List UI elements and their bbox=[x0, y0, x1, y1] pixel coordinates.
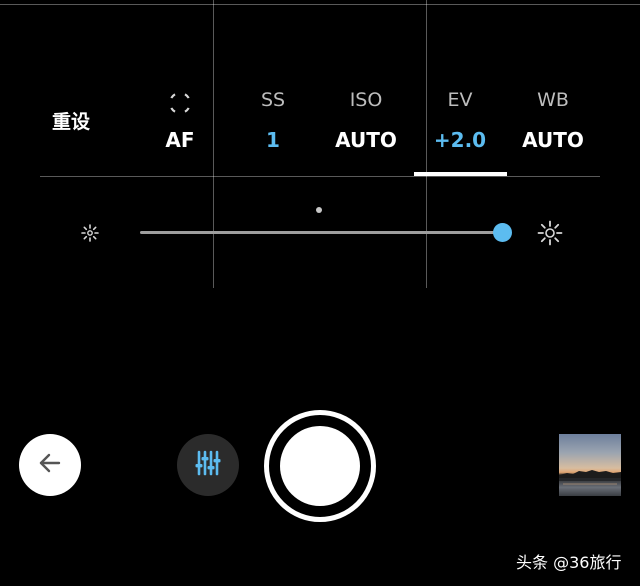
ev-value: +2.0 bbox=[433, 128, 487, 152]
param-ev[interactable]: EV +2.0 bbox=[412, 86, 508, 154]
iso-label: ISO bbox=[349, 89, 383, 111]
sunset-lake-photo bbox=[559, 470, 621, 485]
gallery-thumbnail[interactable] bbox=[559, 434, 621, 496]
ss-label: SS bbox=[260, 89, 286, 111]
sliders-icon bbox=[193, 448, 223, 482]
reset-button[interactable]: 重设 bbox=[52, 107, 122, 134]
param-ss[interactable]: SS 1 bbox=[225, 86, 321, 154]
param-iso[interactable]: ISO AUTO bbox=[318, 86, 414, 154]
param-wb[interactable]: WB AUTO bbox=[505, 86, 601, 154]
watermark: 头条 @36旅行 bbox=[516, 553, 622, 572]
wb-label: WB bbox=[537, 89, 569, 111]
wb-value: AUTO bbox=[522, 128, 584, 152]
ev-slider-track[interactable] bbox=[140, 231, 502, 234]
ev-slider-thumb[interactable] bbox=[492, 223, 512, 242]
brightness-high-icon bbox=[537, 220, 563, 250]
controls-divider bbox=[40, 176, 600, 177]
brightness-low-icon bbox=[80, 223, 100, 247]
ev-label: EV bbox=[447, 89, 473, 111]
shutter-inner bbox=[280, 426, 360, 506]
focus-ring-icon bbox=[132, 86, 228, 114]
param-focus[interactable]: AF bbox=[132, 86, 228, 154]
iso-value: AUTO bbox=[335, 128, 397, 152]
focus-value: AF bbox=[165, 128, 195, 152]
grid-line-horizontal bbox=[0, 4, 640, 5]
ss-value: 1 bbox=[266, 128, 280, 152]
back-button[interactable] bbox=[19, 434, 81, 496]
pro-settings-button[interactable] bbox=[177, 434, 239, 496]
ev-slider-center-mark bbox=[316, 207, 322, 213]
shutter-button[interactable] bbox=[264, 410, 376, 522]
arrow-left-icon bbox=[36, 449, 64, 481]
